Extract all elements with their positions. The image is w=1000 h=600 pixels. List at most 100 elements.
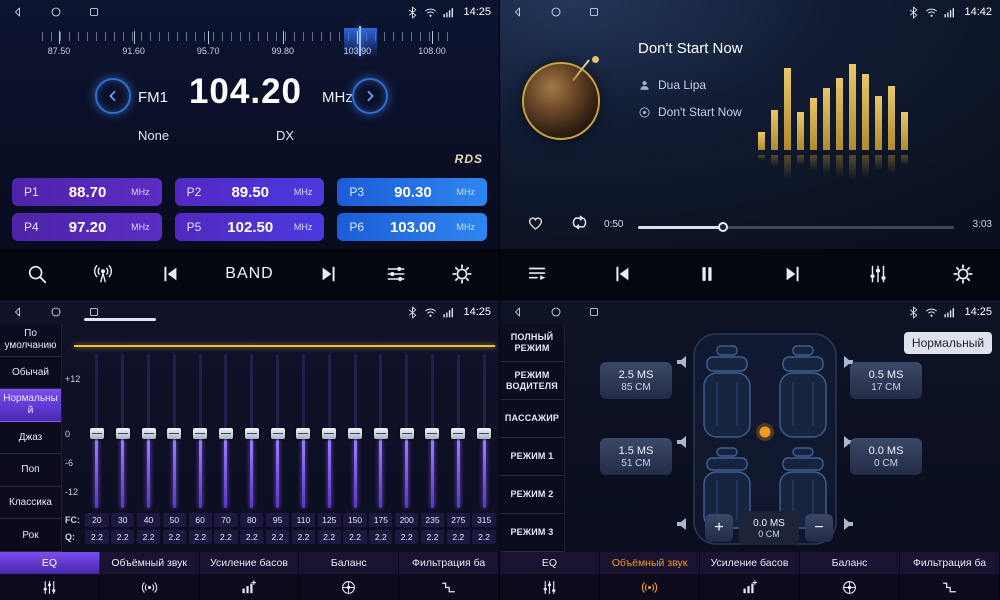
surround-sound-icon[interactable]	[600, 574, 700, 600]
tab-label-balance[interactable]: Баланс	[299, 552, 399, 574]
eq-sliders-icon[interactable]	[500, 574, 600, 600]
preset-button[interactable]: P5 102.50 MHz	[175, 213, 325, 241]
eq-slider-knob[interactable]	[322, 428, 336, 439]
delay-decrease-button[interactable]: −	[805, 514, 833, 542]
nav-home-button[interactable]	[50, 6, 62, 18]
progress-knob[interactable]	[718, 222, 728, 232]
delay-increase-button[interactable]: +	[705, 514, 733, 542]
tab-label-balance[interactable]: Баланс	[800, 552, 900, 574]
speaker-front-left-icon[interactable]	[677, 356, 686, 368]
band-button[interactable]: BAND	[225, 265, 273, 283]
preset-button[interactable]: P3 90.30 MHz	[337, 178, 487, 206]
nav-recents-button[interactable]	[88, 6, 100, 18]
speaker-mid-left-icon[interactable]	[677, 436, 686, 448]
eq-band-slider[interactable]	[394, 352, 420, 510]
eq-band-slider[interactable]	[445, 352, 471, 510]
eq-band-slider[interactable]	[342, 352, 368, 510]
balance-icon[interactable]	[299, 574, 399, 600]
sound-profile-button[interactable]: Нормальный	[904, 332, 992, 354]
settings-button[interactable]	[952, 263, 974, 285]
tab-label-bassboost[interactable]: Усиление басов	[700, 552, 800, 574]
eq-preset-item[interactable]: По умолчанию	[0, 324, 61, 357]
eq-slider-knob[interactable]	[142, 428, 156, 439]
repeat-button[interactable]	[570, 213, 589, 232]
eq-slider-knob[interactable]	[348, 428, 362, 439]
settings-button[interactable]	[451, 263, 473, 285]
nav-home-button[interactable]	[50, 306, 62, 318]
eq-band-slider[interactable]	[291, 352, 317, 510]
nav-back-button[interactable]	[512, 306, 524, 318]
eq-band-slider[interactable]	[213, 352, 239, 510]
nav-recents-button[interactable]	[588, 306, 600, 318]
tune-up-button[interactable]	[352, 78, 388, 114]
eq-band-slider[interactable]	[420, 352, 446, 510]
filter-icon[interactable]	[900, 574, 1000, 600]
speaker-rear-left-icon[interactable]	[677, 518, 686, 530]
preset-button[interactable]: P2 89.50 MHz	[175, 178, 325, 206]
speaker-rear-right-icon[interactable]	[844, 518, 853, 530]
eq-band-slider[interactable]	[187, 352, 213, 510]
preset-button[interactable]: P1 88.70 MHz	[12, 178, 162, 206]
auto-scan-button[interactable]	[92, 263, 114, 285]
listening-mode-item[interactable]: ПАССАЖИР	[500, 400, 564, 438]
tab-label-bassboost[interactable]: Усиление басов	[200, 552, 300, 574]
eq-preset-item[interactable]: Классика	[0, 487, 61, 520]
playlist-button[interactable]	[526, 263, 548, 285]
eq-band-slider[interactable]	[136, 352, 162, 510]
nav-recents-button[interactable]	[588, 6, 600, 18]
prev-track-button[interactable]	[611, 263, 633, 285]
eq-preset-item[interactable]: Джаз	[0, 422, 61, 455]
nav-back-button[interactable]	[12, 6, 24, 18]
preset-button[interactable]: P4 97.20 MHz	[12, 213, 162, 241]
eq-preset-item[interactable]: Поп	[0, 454, 61, 487]
eq-slider-knob[interactable]	[245, 428, 259, 439]
bass-boost-icon[interactable]	[200, 574, 300, 600]
eq-slider-knob[interactable]	[400, 428, 414, 439]
listening-mode-item[interactable]: РЕЖИМ 1	[500, 438, 564, 476]
tab-label-surround[interactable]: Объёмный звук	[600, 552, 700, 574]
balance-icon[interactable]	[800, 574, 900, 600]
eq-slider-knob[interactable]	[271, 428, 285, 439]
tab-label-surround[interactable]: Объёмный звук	[100, 552, 200, 574]
eq-band-slider[interactable]	[239, 352, 265, 510]
pause-button[interactable]	[696, 263, 718, 285]
eq-slider-knob[interactable]	[425, 428, 439, 439]
eq-band-slider[interactable]	[84, 352, 110, 510]
eq-slider-knob[interactable]	[116, 428, 130, 439]
frequency-scale[interactable]: 87.5091.6095.7099.80103.90108.00	[0, 26, 499, 62]
listening-mode-item[interactable]: РЕЖИМ 3	[500, 514, 564, 552]
tab-label-filter[interactable]: Фильтрация ба	[399, 552, 499, 574]
next-track-button[interactable]	[782, 263, 804, 285]
eq-band-slider[interactable]	[316, 352, 342, 510]
eq-band-slider[interactable]	[110, 352, 136, 510]
tab-label-filter[interactable]: Фильтрация ба	[900, 552, 1000, 574]
listening-mode-item[interactable]: ПОЛНЫЙ РЕЖИМ	[500, 324, 564, 362]
eq-slider-knob[interactable]	[296, 428, 310, 439]
eq-band-slider[interactable]	[265, 352, 291, 510]
eq-shortcut-button[interactable]	[867, 263, 889, 285]
preset-button[interactable]: P6 103.00 MHz	[337, 213, 487, 241]
nav-home-button[interactable]	[550, 306, 562, 318]
surround-sound-icon[interactable]	[100, 574, 200, 600]
eq-preset-item[interactable]: Рок	[0, 519, 61, 552]
tab-label-eq[interactable]: EQ	[500, 552, 600, 574]
eq-slider-knob[interactable]	[374, 428, 388, 439]
nav-recents-button[interactable]	[88, 306, 100, 318]
next-station-button[interactable]	[318, 263, 340, 285]
eq-slider-knob[interactable]	[193, 428, 207, 439]
eq-band-slider[interactable]	[368, 352, 394, 510]
progress-bar[interactable]	[638, 226, 954, 229]
listener-position-dot[interactable]	[760, 427, 771, 438]
tune-down-button[interactable]	[95, 78, 131, 114]
favorite-button[interactable]	[526, 213, 545, 232]
eq-slider-knob[interactable]	[167, 428, 181, 439]
eq-slider-knob[interactable]	[451, 428, 465, 439]
eq-preset-item[interactable]: Нормальный	[0, 389, 61, 422]
eq-preset-item[interactable]: Обычай	[0, 357, 61, 390]
eq-slider-knob[interactable]	[477, 428, 491, 439]
nav-back-button[interactable]	[512, 6, 524, 18]
eq-band-slider[interactable]	[161, 352, 187, 510]
search-button[interactable]	[26, 263, 48, 285]
eq-sliders-icon[interactable]	[0, 574, 100, 600]
nav-back-button[interactable]	[12, 306, 24, 318]
